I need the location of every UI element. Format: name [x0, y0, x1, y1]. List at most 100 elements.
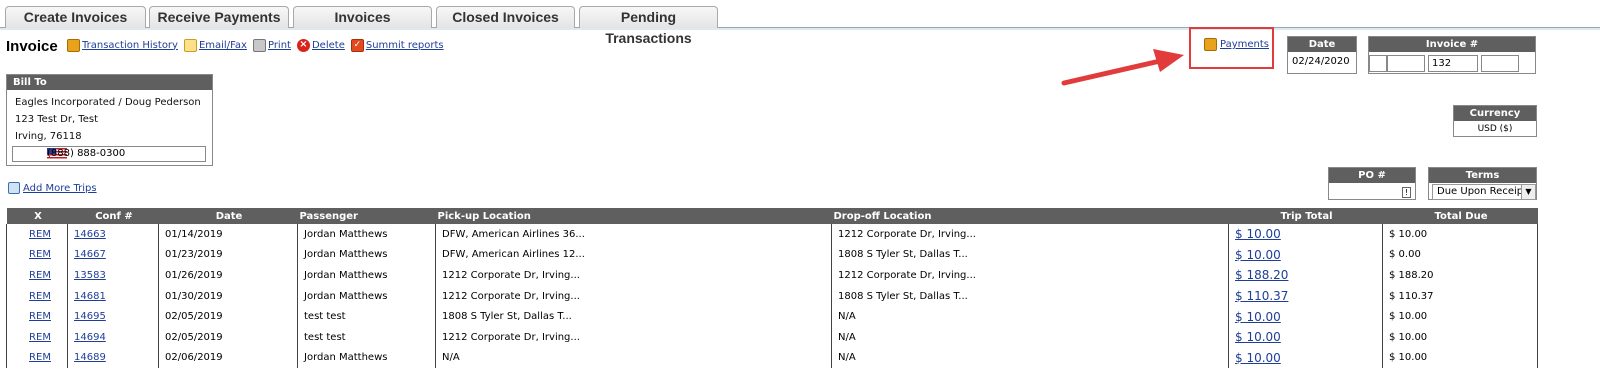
remove-trip-link[interactable]: REM: [29, 332, 51, 343]
passenger-name: test test: [297, 306, 436, 327]
dropoff-location: 1808 S Tyler St, Dallas T...: [831, 285, 1229, 307]
column-header-trip-total: Trip Total: [1228, 208, 1383, 224]
trip-total-link[interactable]: $ 10.00: [1235, 351, 1281, 365]
trip-date: 01/14/2019: [158, 224, 298, 245]
column-header-passenger: Passenger: [297, 208, 436, 224]
pickup-location: DFW, American Airlines 12...: [435, 244, 832, 266]
tab-pending-transactions[interactable]: Pending Transactions: [579, 6, 718, 46]
add-trips-icon: [8, 182, 20, 194]
column-header-dropoff: Drop-off Location: [831, 208, 1229, 224]
dropoff-location: 1808 S Tyler St, Dallas T...: [831, 244, 1229, 266]
table-row: REM 14689 02/06/2019 Jordan Matthews N/A…: [6, 347, 1538, 369]
chevron-down-icon: ▼: [1521, 185, 1535, 199]
add-more-trips: Add More Trips: [8, 182, 97, 194]
currency-header: Currency: [1454, 106, 1536, 121]
passenger-name: Jordan Matthews: [297, 347, 436, 369]
po-field[interactable]: [1331, 185, 1413, 199]
passenger-name: Jordan Matthews: [297, 285, 436, 307]
po-picker-icon[interactable]: !: [1402, 187, 1411, 198]
trip-total-link[interactable]: $ 10.00: [1235, 248, 1281, 262]
trips-table: X Conf # Date Passenger Pick-up Location…: [6, 208, 1538, 369]
page-title: Invoice: [6, 38, 58, 55]
pickup-location: DFW, American Airlines 36...: [435, 224, 832, 245]
transaction-history-icon: [67, 38, 80, 52]
conf-number-link[interactable]: 14694: [74, 332, 106, 343]
date-field[interactable]: 02/24/2020: [1288, 52, 1356, 71]
conf-number-link[interactable]: 14681: [74, 291, 106, 302]
remove-trip-link[interactable]: REM: [29, 352, 51, 363]
trip-date: 01/23/2019: [158, 244, 298, 266]
conf-number-link[interactable]: 14689: [74, 352, 106, 363]
print-link[interactable]: Print: [268, 40, 291, 51]
date-header: Date: [1288, 37, 1356, 52]
email-icon: [183, 38, 197, 52]
tab-bar: Create Invoices Receive Payments Invoice…: [0, 0, 1600, 46]
total-due: $ 110.37: [1382, 285, 1538, 307]
pickup-location: 1212 Corporate Dr, Irving...: [435, 265, 832, 286]
summit-reports-link[interactable]: Summit reports: [366, 40, 444, 51]
trip-total-link[interactable]: $ 188.20: [1235, 268, 1288, 282]
trip-date: 02/05/2019: [158, 306, 298, 327]
po-header: PO #: [1329, 168, 1415, 183]
invoice-number-panel: Invoice # 132: [1368, 36, 1536, 74]
total-due: $ 188.20: [1382, 265, 1538, 286]
trip-date: 01/26/2019: [158, 265, 298, 286]
phone-field[interactable]: (888) 888-0300: [12, 146, 206, 162]
remove-trip-link[interactable]: REM: [29, 291, 51, 302]
table-row: REM 14681 01/30/2019 Jordan Matthews 121…: [6, 285, 1538, 307]
table-row: REM 13583 01/26/2019 Jordan Matthews 121…: [6, 265, 1538, 286]
dropoff-location: 1212 Corporate Dr, Irving...: [831, 265, 1229, 286]
invoice-number-field[interactable]: 132: [1428, 55, 1478, 72]
column-header-x: X: [6, 208, 68, 224]
conf-number-link[interactable]: 14663: [74, 229, 106, 240]
trip-total-link[interactable]: $ 10.00: [1235, 227, 1281, 241]
payments-icon: [1204, 38, 1217, 51]
delete-icon: ×: [296, 38, 310, 52]
total-due: $ 10.00: [1382, 306, 1538, 327]
table-row: REM 14663 01/14/2019 Jordan Matthews DFW…: [6, 224, 1538, 245]
column-header-date: Date: [158, 208, 298, 224]
payments-link[interactable]: Payments: [1220, 39, 1269, 50]
terms-selected-value: Due Upon Receipt: [1437, 186, 1528, 197]
table-row: REM 14667 01/23/2019 Jordan Matthews DFW…: [6, 244, 1538, 266]
add-more-trips-link[interactable]: Add More Trips: [23, 183, 97, 194]
conf-number-link[interactable]: 13583: [74, 270, 106, 281]
remove-trip-link[interactable]: REM: [29, 311, 51, 322]
trip-total-link[interactable]: $ 10.00: [1235, 310, 1281, 324]
trip-total-link[interactable]: $ 110.37: [1235, 289, 1288, 303]
pickup-location: N/A: [435, 347, 832, 369]
pickup-location: 1808 S Tyler St, Dallas T...: [435, 306, 832, 327]
invoice-prefix-field[interactable]: [1369, 55, 1387, 72]
conf-number-link[interactable]: 14667: [74, 249, 106, 260]
table-header-row: X Conf # Date Passenger Pick-up Location…: [6, 208, 1538, 224]
tab-receive-payments[interactable]: Receive Payments: [149, 6, 289, 28]
invoice-prefix2-field[interactable]: [1387, 55, 1425, 72]
dropoff-location: 1212 Corporate Dr, Irving...: [831, 224, 1229, 245]
remove-trip-link[interactable]: REM: [29, 270, 51, 281]
remove-trip-link[interactable]: REM: [29, 249, 51, 260]
summit-reports-icon: ✓: [350, 38, 364, 52]
column-header-pickup: Pick-up Location: [435, 208, 832, 224]
remove-trip-link[interactable]: REM: [29, 229, 51, 240]
tab-closed-invoices[interactable]: Closed Invoices: [436, 6, 575, 28]
passenger-name: test test: [297, 326, 436, 348]
tab-create-invoices[interactable]: Create Invoices: [5, 6, 146, 28]
tab-invoices[interactable]: Invoices: [293, 6, 432, 28]
total-due: $ 0.00: [1382, 244, 1538, 266]
pickup-location: 1212 Corporate Dr, Irving...: [435, 326, 832, 348]
bill-to-name: Eagles Incorporated / Doug Pederson: [15, 97, 201, 108]
email-fax-link[interactable]: Email/Fax: [199, 40, 247, 51]
delete-link[interactable]: Delete: [312, 40, 345, 51]
po-panel: PO # !: [1328, 167, 1416, 200]
bill-to-header: Bill To: [7, 75, 212, 90]
terms-header: Terms: [1429, 168, 1536, 183]
terms-select[interactable]: Due Upon Receipt ▼: [1432, 184, 1536, 200]
conf-number-link[interactable]: 14695: [74, 311, 106, 322]
transaction-history-link[interactable]: Transaction History: [82, 40, 178, 51]
total-due: $ 10.00: [1382, 347, 1538, 369]
trip-date: 02/06/2019: [158, 347, 298, 369]
trip-date: 02/05/2019: [158, 326, 298, 348]
passenger-name: Jordan Matthews: [297, 265, 436, 286]
trip-total-link[interactable]: $ 10.00: [1235, 330, 1281, 344]
invoice-suffix-field[interactable]: [1481, 55, 1519, 72]
